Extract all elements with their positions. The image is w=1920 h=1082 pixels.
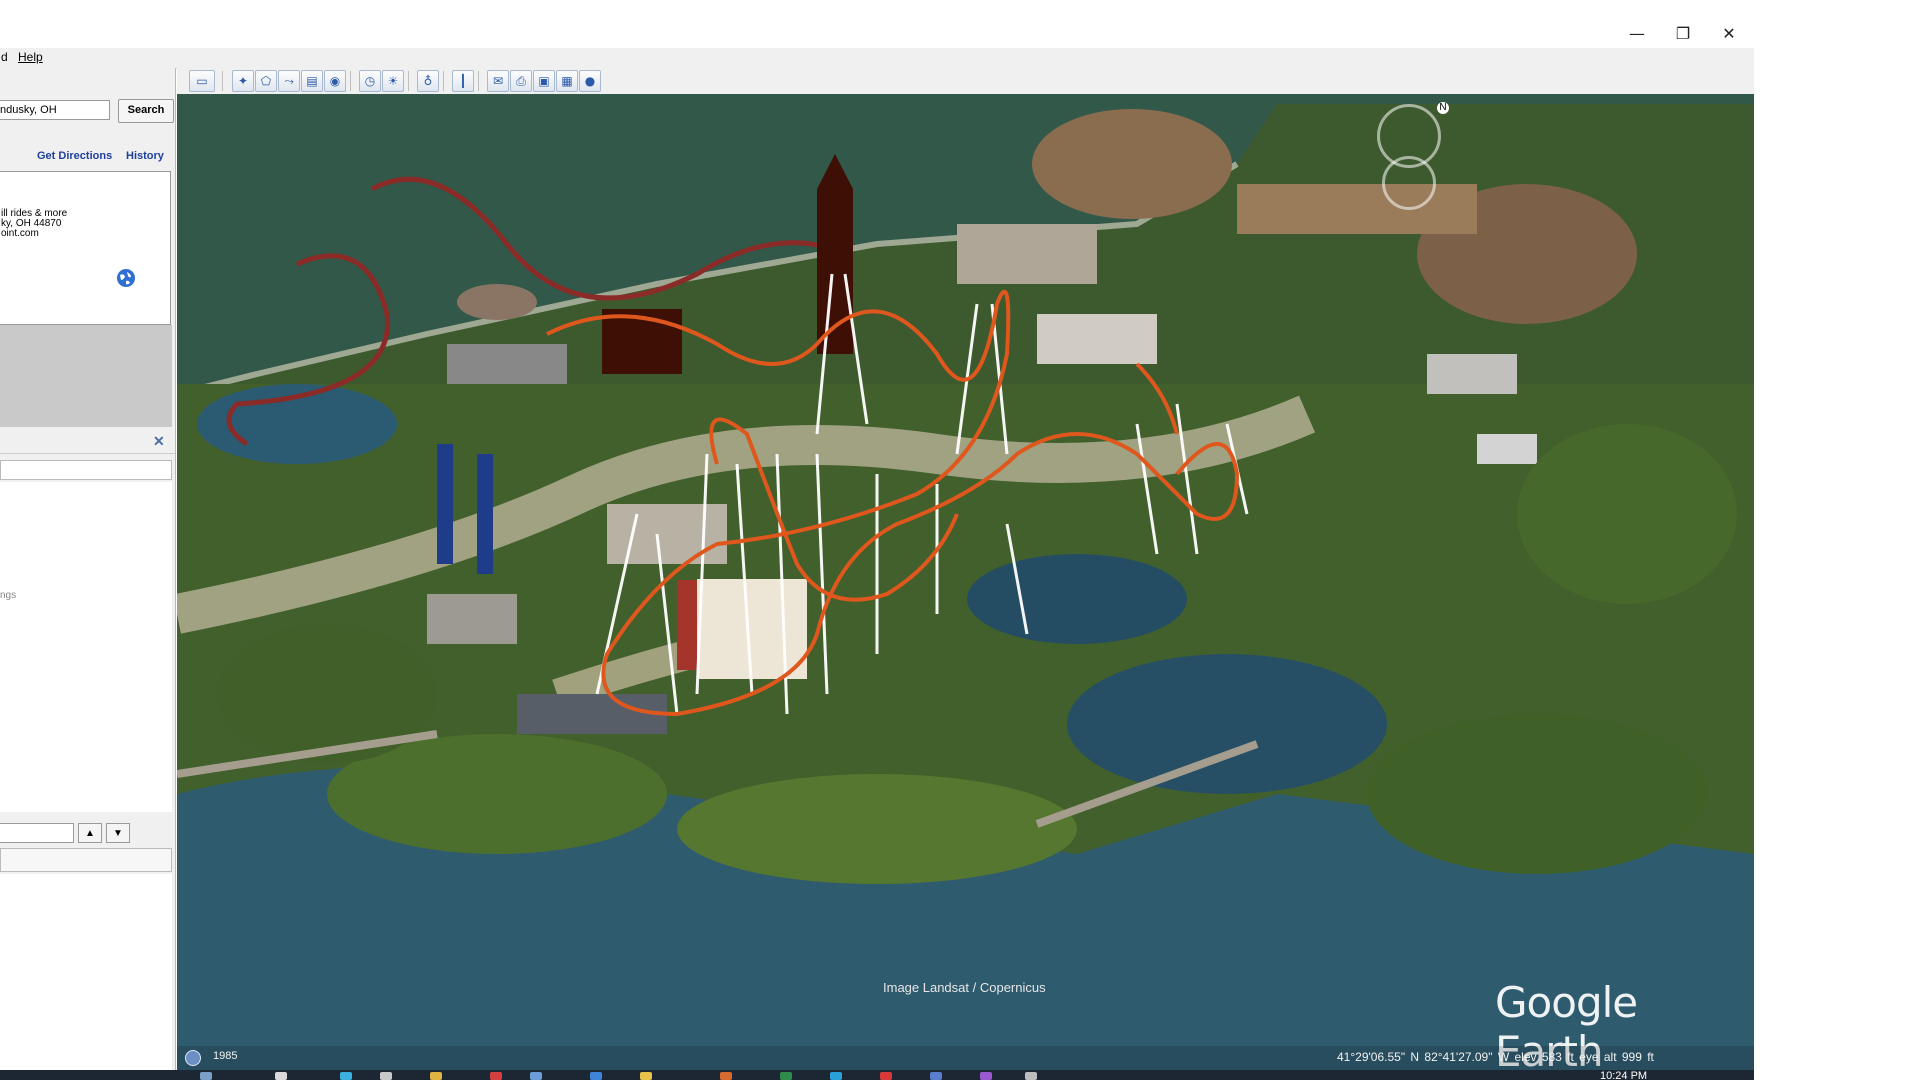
- move-joystick-icon[interactable]: [1382, 156, 1436, 210]
- chrome-icon[interactable]: [880, 1072, 892, 1080]
- move-up-button[interactable]: ▲: [78, 823, 102, 843]
- sidebar-toggle-icon[interactable]: ▭: [189, 70, 215, 92]
- menu-item-help[interactable]: Help: [18, 50, 43, 64]
- close-button[interactable]: ✕: [1712, 20, 1746, 48]
- planets-icon[interactable]: ♁: [417, 70, 439, 92]
- ruler-icon[interactable]: ┃: [452, 70, 474, 92]
- places-header: ✕: [0, 430, 175, 454]
- minimize-button[interactable]: —: [1620, 20, 1654, 48]
- menu-bar: d Help: [0, 48, 1754, 69]
- places-item-truncated[interactable]: ngs: [0, 590, 16, 601]
- taskbar: 10:24 PM: [0, 1070, 1754, 1082]
- email-icon[interactable]: ✉: [487, 70, 509, 92]
- app-icon[interactable]: [930, 1072, 942, 1080]
- historical-imagery-icon[interactable]: ◷: [359, 70, 381, 92]
- results-empty-area: [0, 325, 172, 427]
- title-bar: — ❐ ✕: [0, 0, 1754, 48]
- places-filter-input[interactable]: [0, 823, 74, 843]
- menu-item-truncated[interactable]: d: [1, 50, 8, 64]
- file-explorer-icon[interactable]: [430, 1072, 442, 1080]
- sidebar: ndusky, OH Search Get Directions History…: [0, 68, 176, 1070]
- app-icon[interactable]: [640, 1072, 652, 1080]
- status-bar: 1985 41°29'06.55" N 82°41'27.09" W elev …: [177, 1046, 1754, 1070]
- app-icon[interactable]: [530, 1072, 542, 1080]
- google-earth-taskbar-icon[interactable]: [1025, 1072, 1037, 1080]
- sunlight-icon[interactable]: ☀: [382, 70, 404, 92]
- app-icon[interactable]: [830, 1072, 842, 1080]
- clock: 10:24 PM: [1600, 1070, 1648, 1082]
- map-view[interactable]: N Image Landsat / Copernicus Google Eart…: [177, 94, 1754, 1070]
- imagery-attribution: Image Landsat / Copernicus: [883, 980, 1046, 995]
- historical-imagery-icon[interactable]: [185, 1050, 201, 1066]
- close-icon[interactable]: ✕: [153, 433, 165, 450]
- view-in-maps-icon[interactable]: ▦: [556, 70, 578, 92]
- get-directions-link[interactable]: Get Directions: [37, 150, 112, 162]
- search-input[interactable]: ndusky, OH: [0, 100, 110, 120]
- record-tour-icon[interactable]: ◉: [324, 70, 346, 92]
- globe-icon[interactable]: [116, 268, 136, 288]
- print-icon[interactable]: ⎙: [510, 70, 532, 92]
- search-button[interactable]: Search: [118, 99, 174, 123]
- placemark-icon[interactable]: ✦: [232, 70, 254, 92]
- move-down-button[interactable]: ▼: [106, 823, 130, 843]
- task-view-icon[interactable]: [275, 1072, 287, 1080]
- restore-button[interactable]: ❐: [1666, 20, 1700, 48]
- result-website[interactable]: oint.com: [1, 228, 39, 239]
- satellite-imagery: [177, 94, 1754, 1070]
- toolbar: ▭ ✦ ⬠ ⤳ ▤ ◉ ◷ ☀ ♁ ┃ ✉ ⎙ ▣ ▦ ●: [177, 68, 1754, 95]
- coordinates-readout: 41°29'06.55" N 82°41'27.09" W elev 583 f…: [1337, 1050, 1654, 1064]
- app-icon[interactable]: [780, 1072, 792, 1080]
- app-icon[interactable]: [720, 1072, 732, 1080]
- image-overlay-icon[interactable]: ▤: [301, 70, 323, 92]
- history-link[interactable]: History: [126, 150, 164, 162]
- polygon-icon[interactable]: ⬠: [255, 70, 277, 92]
- save-image-icon[interactable]: ▣: [533, 70, 555, 92]
- store-icon[interactable]: [380, 1072, 392, 1080]
- layers-header[interactable]: [0, 848, 172, 872]
- imagery-year: 1985: [213, 1050, 238, 1062]
- earth-icon[interactable]: ●: [579, 70, 601, 92]
- places-search-field[interactable]: [0, 460, 172, 480]
- places-tree: ngs: [0, 482, 172, 812]
- layers-panel: [0, 874, 172, 1070]
- edge-icon[interactable]: [340, 1072, 352, 1080]
- app-icon[interactable]: [980, 1072, 992, 1080]
- search-icon[interactable]: [200, 1072, 212, 1080]
- search-result-card: ill rides & more ky, OH 44870 oint.com: [0, 171, 171, 325]
- app-icon[interactable]: [490, 1072, 502, 1080]
- app-icon[interactable]: [590, 1072, 602, 1080]
- path-icon[interactable]: ⤳: [278, 70, 300, 92]
- north-compass-icon[interactable]: N: [1437, 102, 1449, 114]
